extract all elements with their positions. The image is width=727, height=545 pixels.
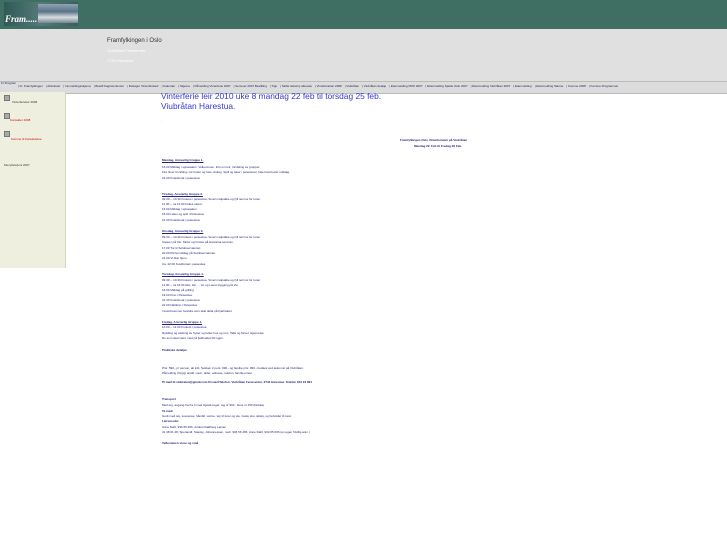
program-line: 17.00 Tur til Solobservatoriet.	[162, 246, 202, 250]
program-line: Utetuer på Viu: Skitur og hinsse på Hare…	[162, 240, 234, 244]
program-line: Onsdag, Ansvarlig Gruppe 3.	[162, 229, 204, 233]
nav-link[interactable]: | Viubråtan detalje	[362, 84, 386, 88]
nav-link[interactable]: | Vinterferieleir 2008	[315, 84, 342, 88]
bullet-icon	[4, 95, 10, 101]
program-line: 11.30 -- ca 16.00 Felles utetur.	[162, 202, 203, 206]
nav-link[interactable]: | Bestill Fagnavnkontor	[94, 84, 124, 88]
nav-link[interactable]: | Påmelding Vinterferie 2007	[193, 84, 231, 88]
separator-dot: .	[161, 118, 163, 123]
program-line: Ca. 22.00 Kveldsmat i peisestua.	[162, 262, 206, 266]
top-banner: Fram.....	[0, 0, 727, 29]
header-address: 2743 Harestua	[107, 58, 134, 63]
logo-photo	[38, 4, 78, 23]
program-line: Tirsdag, Ansvarlig Gruppe 2.	[162, 192, 203, 196]
program-line: Ta med:	[162, 409, 174, 413]
program-line: Pr.mail til viubratan@gmail.com Posten/T…	[162, 380, 312, 384]
nav-link[interactable]: | Tipp	[270, 84, 277, 88]
program-line: 21.30 Kveldsmat i peisestua.	[162, 298, 201, 302]
nav-links: | Fr. Framfylkingen | Aktiviteter | Innmel…	[18, 84, 621, 88]
program-line: Anne Dahl, 936 65 666, Anders Rødberg La…	[162, 425, 227, 429]
program-line: 20.00 Pizza middag på Solobservatoriet.	[162, 251, 216, 255]
sidebar: Vinterferieleir 2008 Kontakter 2008 Komm…	[0, 92, 66, 268]
nav-link[interactable]: | Ettermelding Slanne	[535, 84, 564, 88]
nav-link[interactable]: | Komme Programmet	[589, 84, 618, 88]
program-line: Med tog, avgang fra fra 4 med Gjøvik-tog…	[162, 403, 264, 407]
header-subtitle: Viubråtan Feriesenter	[107, 48, 146, 53]
program-line: 21.00 Kveldsmat i peisestua.	[162, 176, 201, 180]
program-line: 11.30 -- ca 16.00 Ake, lek, ... tur og L…	[162, 283, 239, 287]
nav-link[interactable]: | Deltager Vinterferieleir	[127, 84, 158, 88]
program-line: Pris: 590,- pr person, alt inkl. Søsken …	[162, 366, 304, 370]
nav-link[interactable]: | Skjema	[178, 84, 190, 88]
program-line: Fire timer til rafting i tur-hytter og f…	[162, 170, 290, 174]
nav-link[interactable]: | Innmeldingsskjema	[63, 84, 90, 88]
sidebar-item-vinterferieleir[interactable]: Vinterferieleir 2008	[12, 100, 37, 104]
nav-link[interactable]: | Ettermelding Viubråtan 2007	[471, 84, 511, 88]
center-subheading: Mandag 22. Feb til Fredag 26 Feb.	[414, 144, 463, 148]
headline-line1: Vinterferie leir 2010 uke 8 mandag 22 fe…	[161, 91, 382, 101]
program-line: 21.00 Vi drar hjem.	[162, 256, 188, 260]
program-line: 09.30 -- 10.30 Frokost i peisestua. Smør…	[162, 278, 262, 282]
program-line: Praktiske detaljer.	[162, 348, 188, 352]
nav-link[interactable]: | Skifte tekst/ny allerede	[280, 84, 312, 88]
program-line: 19.00 Kino i Peisestua.	[162, 293, 193, 297]
program-line: 10.00 -- 11.00 Frokost i peisestua	[162, 325, 207, 329]
headline-line2: Viubråtan Harestua.	[161, 101, 236, 111]
nav-home-link[interactable]: Fr Program	[1, 81, 19, 85]
program-line: Lærsnesde:	[162, 419, 180, 423]
program-line: 16.00 Middag i spisesalen.	[162, 207, 198, 211]
program-line: 16.00 Middag i spisesalen. Velkommen. In…	[162, 165, 261, 169]
sidebar-item-menyliste[interactable]: Menyliste/juni 2007	[4, 163, 30, 167]
program-line: 22.00 Nattkino i Peisestua.	[162, 303, 198, 307]
sidebar-item-ferieledelse[interactable]: Komme til Ferieledelse	[11, 137, 42, 141]
nav-link[interactable]: | Ettermelding	[513, 84, 531, 88]
header: Framfylkingen i Oslo Viubråtan Feriesent…	[0, 29, 727, 81]
program-line: Transport	[162, 397, 176, 401]
nav-link[interactable]: | Ettermelding PRO 2007	[389, 84, 422, 88]
program-line: Rydding og vasking av hytter og felles h…	[162, 331, 265, 335]
nav-link[interactable]: | Viubråtan	[345, 84, 359, 88]
program-line: 16.00 Middag på grilling	[162, 288, 194, 292]
program-line: 09.30 -- 10.30 Frokost i peisestua. Smør…	[162, 235, 262, 239]
site-logo[interactable]: Fram.....	[4, 2, 78, 26]
program-line: Torsdag, Ansvarlig Gruppe 4.	[162, 272, 204, 276]
sidebar-item-kontakter[interactable]: Kontakter 2008	[10, 118, 30, 122]
program-line: Påmelding (Oppgi antall, navn, alder, ad…	[162, 371, 253, 375]
logo-text: Fram.....	[5, 14, 38, 24]
nav-link[interactable]: | Ettermelding Sjælle Oslo 2007	[426, 84, 468, 88]
program-line: 41 48 01 48, Sperandli: Stanley, Johanne…	[162, 430, 310, 434]
program-line: Mandag, Ansvarlig Gruppe 1.	[162, 158, 204, 162]
nav-link[interactable]: | Aktiviteter	[46, 84, 61, 88]
nav-link[interactable]: | Kalender	[162, 84, 176, 88]
program-line: Fredag, Ansvarlig Gruppe 1.	[162, 320, 203, 324]
program-line: 21.00 Kveldsmat i peisestua.	[162, 218, 201, 222]
program-line: Velkommen store og små	[162, 441, 199, 445]
nav-link[interactable]: | Sommer 2007 Bestilling	[234, 84, 267, 88]
bullet-icon	[4, 131, 10, 137]
program-line: I kveld kommer foreldre som skal delta p…	[162, 309, 233, 313]
program-line: 18.00 Leker og spill i Peisestua.	[162, 212, 205, 216]
nav-link[interactable]: | Komme 2008	[566, 84, 585, 88]
program-line: 09.30 -- 10.30 Frokost i peisestua. Smør…	[162, 197, 262, 201]
page-title: Vinterferie leir 2010 uke 8 mandag 22 fe…	[161, 91, 381, 111]
program-line: Godt med tøy, sovepose, håndkl. varme, t…	[162, 414, 292, 418]
center-heading: Framfylkingen Oslo Vinterferieleir på Vi…	[400, 138, 468, 142]
nav-link[interactable]: | Fr. Framfylkingen	[18, 84, 43, 88]
org-title: Framfylkingen i Oslo	[107, 38, 162, 44]
program-line: De som skal være med på fjelltmøtet blir…	[162, 336, 224, 340]
